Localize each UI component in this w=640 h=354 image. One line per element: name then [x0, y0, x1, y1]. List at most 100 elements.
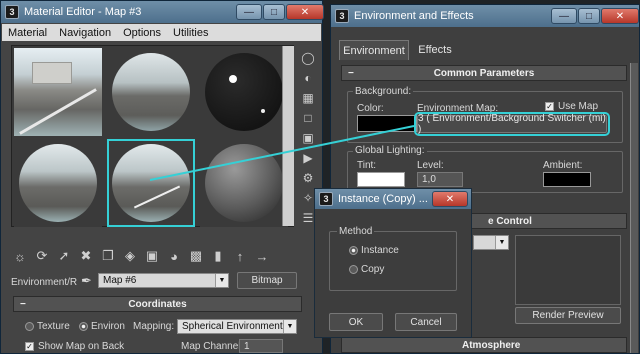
map-type-button[interactable]: Bitmap	[237, 272, 297, 289]
show-end-result-icon[interactable]: ▮	[209, 247, 227, 265]
global-lighting-label: Global Lighting:	[353, 145, 427, 156]
instance-radio[interactable]: Instance	[349, 245, 399, 256]
tab-effects[interactable]: Effects	[411, 40, 459, 60]
chevron-down-icon: ▼	[495, 236, 508, 249]
app-icon: 3	[5, 5, 19, 19]
tab-environment[interactable]: Environment	[339, 40, 409, 60]
material-editor-titlebar[interactable]: 3 Material Editor - Map #3 — □ ✕	[1, 1, 324, 23]
maximize-button[interactable]: □	[578, 8, 600, 24]
go-forward-icon[interactable]: →	[253, 247, 271, 265]
material-editor-menubar: Material Navigation Options Utilities	[2, 24, 321, 41]
instance-dialog: 3 Instance (Copy) ... ✕ Method Instance …	[314, 188, 472, 338]
make-preview-icon[interactable]: ▶	[301, 151, 315, 165]
instance-dialog-titlebar[interactable]: 3 Instance (Copy) ... ✕	[315, 189, 471, 209]
options-icon[interactable]: ⚙	[301, 171, 315, 185]
go-to-parent-icon[interactable]: ↑	[231, 247, 249, 265]
background-color-swatch[interactable]	[357, 115, 417, 132]
close-button[interactable]: ✕	[286, 4, 324, 20]
material-editor-window: 3 Material Editor - Map #3 — □ ✕ Materia…	[0, 0, 324, 354]
checkbox-icon: ✓	[25, 341, 34, 351]
sample-slots	[11, 45, 294, 227]
environment-map-button[interactable]: 3 ( Environment/Background Switcher (mi)…	[414, 112, 610, 136]
environ-radio[interactable]: Environ	[79, 321, 125, 332]
tint-label: Tint:	[357, 160, 377, 171]
sample-slot-2[interactable]	[107, 48, 195, 136]
color-label: Color:	[357, 103, 384, 114]
backlight-icon[interactable]: ◐	[301, 71, 315, 85]
coordinates-rollout-header[interactable]: − Coordinates	[13, 296, 302, 312]
app-icon: 3	[335, 9, 349, 23]
mapping-dropdown[interactable]: Spherical Environment ▼	[177, 319, 297, 334]
show-in-viewport-icon[interactable]: ▩	[187, 247, 205, 265]
collapse-icon: −	[20, 298, 26, 310]
background-icon[interactable]: ▦	[301, 91, 315, 105]
material-id-icon[interactable]: ◕	[165, 247, 183, 265]
video-check-icon[interactable]: ▣	[301, 131, 315, 145]
eyedropper-icon[interactable]: ✒	[81, 273, 92, 289]
method-label: Method	[337, 226, 375, 237]
level-spinner[interactable]: 1,0	[417, 172, 463, 187]
maximize-button[interactable]: □	[263, 4, 285, 20]
put-to-scene-icon[interactable]: ⟳	[33, 247, 51, 265]
menu-navigation[interactable]: Navigation	[53, 27, 117, 39]
collapse-icon: −	[348, 67, 354, 79]
render-preview-button[interactable]: Render Preview	[515, 307, 621, 324]
map-name-dropdown[interactable]: Map #6 ▼	[98, 273, 229, 288]
radio-selected-icon	[349, 245, 358, 255]
sample-slot-1[interactable]	[14, 48, 102, 136]
slot-label: Environment/R	[11, 277, 78, 288]
tint-color-swatch[interactable]	[357, 172, 405, 187]
ambient-label: Ambient:	[543, 160, 583, 171]
sample-type-icon[interactable]: ◯	[301, 51, 315, 65]
app-icon: 3	[319, 192, 333, 206]
env-scrollbar[interactable]	[630, 63, 638, 353]
background-label: Background:	[353, 86, 414, 97]
menu-material[interactable]: Material	[2, 27, 53, 39]
env-title: Environment and Effects	[354, 10, 474, 22]
assign-to-selection-icon[interactable]: ➚	[55, 247, 73, 265]
map-channel-spinner[interactable]: 1	[239, 339, 283, 353]
atmosphere-header[interactable]: Atmosphere	[341, 337, 627, 353]
make-unique-icon[interactable]: ◈	[121, 247, 139, 265]
radio-selected-icon	[79, 321, 88, 331]
chevron-down-icon: ▼	[283, 320, 296, 333]
ok-button[interactable]: OK	[329, 313, 383, 331]
checkbox-icon: ✓	[545, 101, 554, 111]
show-map-checkbox[interactable]: ✓ Show Map on Back	[25, 341, 124, 352]
close-button[interactable]: ✕	[601, 8, 639, 24]
sample-slot-6[interactable]	[200, 139, 288, 227]
uv-tiling-icon[interactable]: □	[301, 111, 315, 125]
copy-radio[interactable]: Copy	[349, 264, 384, 275]
minimize-button[interactable]: —	[551, 8, 577, 24]
sample-slot-3[interactable]	[200, 48, 288, 136]
sample-slot-4[interactable]	[14, 139, 102, 227]
chevron-down-icon: ▼	[215, 274, 228, 287]
map-channel-label: Map Channel:	[181, 341, 244, 352]
menu-utilities[interactable]: Utilities	[167, 27, 214, 39]
minimize-button[interactable]: —	[236, 4, 262, 20]
instance-dialog-title: Instance (Copy) ...	[338, 193, 428, 205]
material-navigator-icon[interactable]: ☰	[301, 211, 315, 225]
menu-options[interactable]: Options	[117, 27, 167, 39]
mapping-label: Mapping:	[133, 321, 175, 332]
common-parameters-header[interactable]: − Common Parameters	[341, 65, 627, 81]
sample-slot-5-selected[interactable]	[107, 139, 195, 227]
ambient-color-swatch[interactable]	[543, 172, 591, 187]
close-button[interactable]: ✕	[432, 191, 468, 207]
select-by-material-icon[interactable]: ✧	[301, 191, 315, 205]
reset-map-icon[interactable]: ✖	[77, 247, 95, 265]
radio-icon	[25, 321, 34, 331]
material-editor-title: Material Editor - Map #3	[24, 6, 142, 18]
make-copy-icon[interactable]: ❐	[99, 247, 117, 265]
method-group	[329, 231, 457, 291]
texture-radio[interactable]: Texture	[25, 321, 70, 332]
put-to-library-icon[interactable]: ▣	[143, 247, 161, 265]
cancel-button[interactable]: Cancel	[395, 313, 457, 331]
exposure-preview-box	[515, 235, 621, 305]
use-map-checkbox[interactable]: ✓ Use Map	[545, 101, 598, 112]
level-label: Level:	[417, 160, 444, 171]
env-titlebar[interactable]: 3 Environment and Effects — □ ✕	[331, 5, 639, 27]
slots-scrollbar[interactable]	[282, 46, 294, 226]
get-material-icon[interactable]: ☼	[11, 247, 29, 265]
exposure-type-dropdown[interactable]: ▼	[473, 235, 509, 250]
